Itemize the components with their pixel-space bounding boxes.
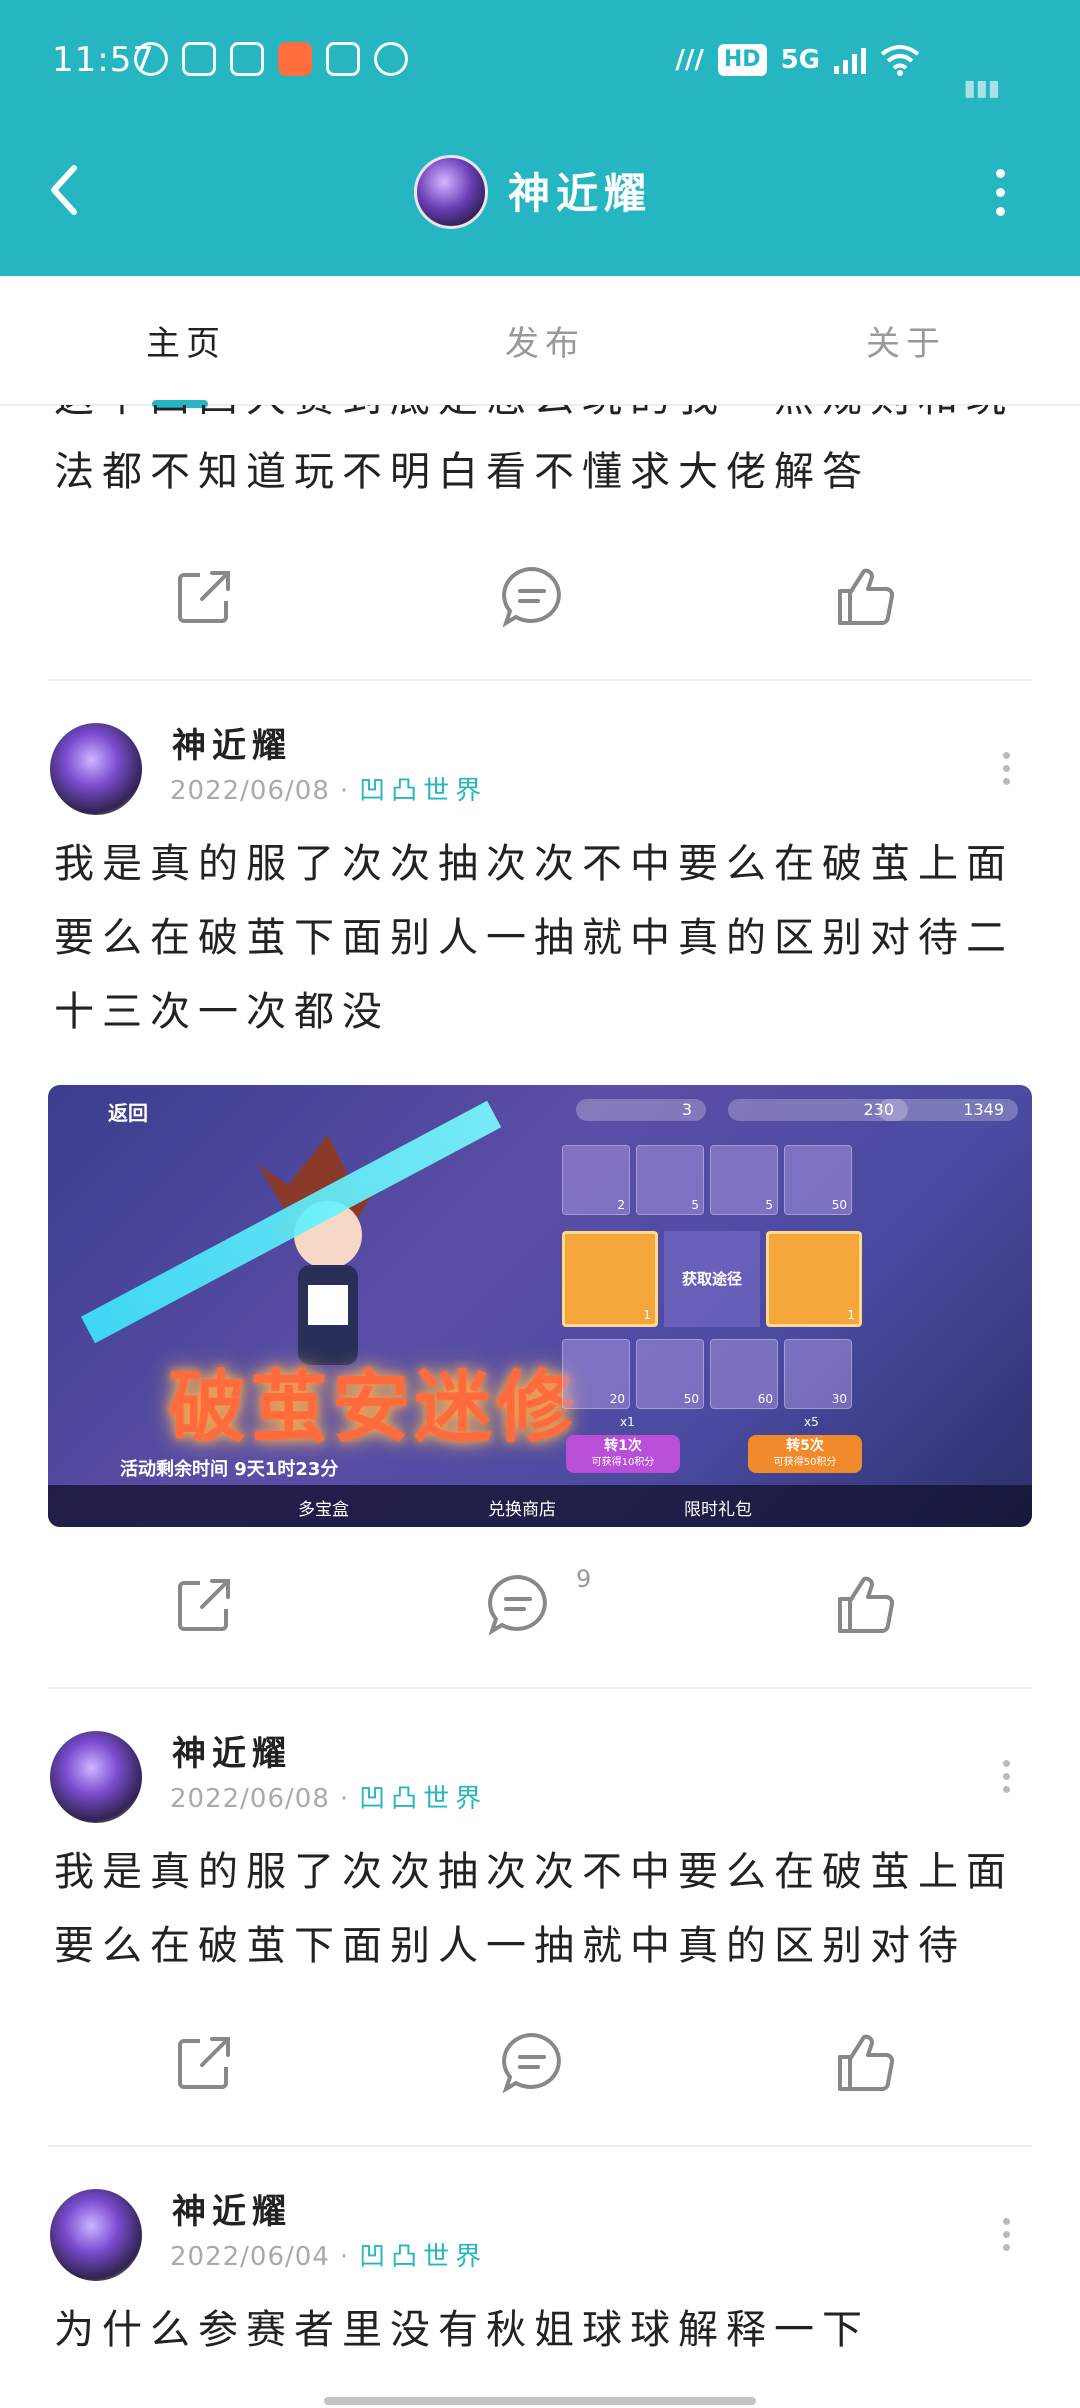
- post-meta: 2022/06/08 · 凹凸世界: [170, 1784, 488, 1814]
- profile-avatar[interactable]: [414, 155, 488, 229]
- author-name[interactable]: 神近耀: [172, 1726, 292, 1775]
- like-icon[interactable]: [834, 2031, 898, 2095]
- post-meta: 2022/06/04 · 凹凸世界: [170, 2242, 488, 2272]
- app-icon: [230, 42, 264, 76]
- home-indicator[interactable]: [324, 2397, 756, 2405]
- post-more-button[interactable]: [1000, 2218, 1012, 2258]
- signal-icon: [834, 46, 866, 74]
- reward-cell: 5: [636, 1145, 704, 1215]
- resource-3: 1349: [878, 1099, 1018, 1121]
- back-button[interactable]: [40, 160, 88, 220]
- post-category[interactable]: 凹凸世界: [359, 1784, 487, 1814]
- game-topbar: 返回 3 230 1349: [48, 1085, 1032, 1135]
- reward-cell: 50: [636, 1339, 704, 1409]
- post-actions: [0, 557, 1080, 637]
- qq-icon: [182, 42, 216, 76]
- app-header: 11:57 /// HD 5G ▮▮▮ 神近耀: [0, 0, 1080, 276]
- game-tab: 限时礼包: [684, 1500, 752, 1520]
- tab-bar: 主页 发布 关于: [0, 276, 1080, 406]
- divider: [48, 1687, 1032, 1689]
- spin1-cost: x1: [620, 1415, 635, 1429]
- event-timer: 活动剩余时间 9天1时23分: [120, 1459, 339, 1480]
- post-category[interactable]: 凹凸世界: [359, 776, 487, 806]
- like-icon[interactable]: [834, 565, 898, 629]
- post-feed[interactable]: 这个凹凸大赛到底是怎么玩的我一点规则和玩法都不知道玩不明白看不懂求大佬解答 神近…: [0, 405, 1080, 2408]
- reward-cell: 30: [784, 1339, 852, 1409]
- weibo-alt-icon: [374, 42, 408, 76]
- battery-icon: ▮▮▮: [963, 76, 1000, 101]
- share-icon[interactable]: [172, 565, 236, 629]
- banner-title: 破茧安迷修: [168, 1363, 579, 1453]
- reward-cell-featured: 1: [562, 1231, 658, 1327]
- divider: [48, 2145, 1032, 2147]
- weibo-icon: [134, 42, 168, 76]
- comment-icon[interactable]: [500, 565, 564, 629]
- reward-cell: 2: [562, 1145, 630, 1215]
- avatar[interactable]: [50, 2189, 142, 2281]
- post-actions: 9: [0, 1565, 1080, 1645]
- author-name[interactable]: 神近耀: [172, 2184, 292, 2233]
- get-path-label: 获取途径: [664, 1231, 760, 1327]
- avatar[interactable]: [50, 723, 142, 815]
- like-icon[interactable]: [834, 1573, 898, 1637]
- share-icon[interactable]: [172, 2031, 236, 2095]
- reward-cell: 5: [710, 1145, 778, 1215]
- post-image[interactable]: 返回 3 230 1349 破茧安迷修 活动剩余时间 9天1时23分 2 5 5…: [48, 1085, 1032, 1527]
- share-icon[interactable]: [172, 1573, 236, 1637]
- post-text[interactable]: 这个凹凸大赛到底是怎么玩的我一点规则和玩法都不知道玩不明白看不懂求大佬解答: [54, 405, 1024, 509]
- notification-icons: [134, 42, 408, 76]
- reward-cell: 60: [710, 1339, 778, 1409]
- more-menu-button[interactable]: [988, 165, 1012, 219]
- divider: [48, 679, 1032, 681]
- post-text[interactable]: 为什么参赛者里没有秋姐球球解释一下: [54, 2293, 1024, 2367]
- post-more-button[interactable]: [1000, 752, 1012, 792]
- game-back-label: 返回: [108, 1101, 148, 1125]
- reward-cell-featured: 1: [766, 1231, 862, 1327]
- page-title: 神近耀: [508, 169, 653, 218]
- game-bottom-bar: 多宝盒 兑换商店 限时礼包: [48, 1485, 1032, 1527]
- reward-cell: 50: [784, 1145, 852, 1215]
- nfc-icon: ///: [675, 45, 704, 75]
- spin-five-button: 转5次 可获得50积分: [748, 1435, 862, 1473]
- hd-badge: HD: [717, 44, 767, 76]
- reward-cell: 20: [562, 1339, 630, 1409]
- spin5-cost: x5: [804, 1415, 819, 1429]
- game-tab: 多宝盒: [298, 1500, 349, 1520]
- post-category[interactable]: 凹凸世界: [359, 2242, 487, 2272]
- tab-home[interactable]: 主页: [146, 316, 226, 365]
- comment-icon[interactable]: [500, 2031, 564, 2095]
- tab-posts[interactable]: 发布: [505, 316, 585, 365]
- resource-1: 3: [576, 1099, 706, 1121]
- network-type: 5G: [780, 45, 820, 75]
- tab-about[interactable]: 关于: [866, 316, 946, 365]
- post-date: 2022/06/08: [170, 1784, 330, 1814]
- post-more-button[interactable]: [1000, 1760, 1012, 1800]
- wifi-icon: [880, 45, 920, 76]
- mail-icon: [326, 42, 360, 76]
- post-actions: [0, 2023, 1080, 2103]
- post-text[interactable]: 我是真的服了次次抽次次不中要么在破茧上面要么在破茧下面别人一抽就中真的区别对待: [54, 1835, 1024, 1983]
- status-bar: 11:57 /// HD 5G ▮▮▮: [0, 30, 1080, 101]
- post-date: 2022/06/04: [170, 2242, 330, 2272]
- author-name[interactable]: 神近耀: [172, 718, 292, 767]
- spin-once-button: 转1次 可获得10积分: [566, 1435, 680, 1473]
- comment-count: 9: [576, 1565, 592, 1593]
- bilibili-icon: [278, 42, 312, 76]
- game-tab: 兑换商店: [488, 1500, 556, 1520]
- comment-icon[interactable]: [486, 1573, 550, 1637]
- avatar[interactable]: [50, 1731, 142, 1823]
- status-right: /// HD 5G: [675, 44, 920, 76]
- post-text[interactable]: 我是真的服了次次抽次次不中要么在破茧上面要么在破茧下面别人一抽就中真的区别对待二…: [54, 827, 1024, 1049]
- post-meta: 2022/06/08 · 凹凸世界: [170, 776, 488, 806]
- post-date: 2022/06/08: [170, 776, 330, 806]
